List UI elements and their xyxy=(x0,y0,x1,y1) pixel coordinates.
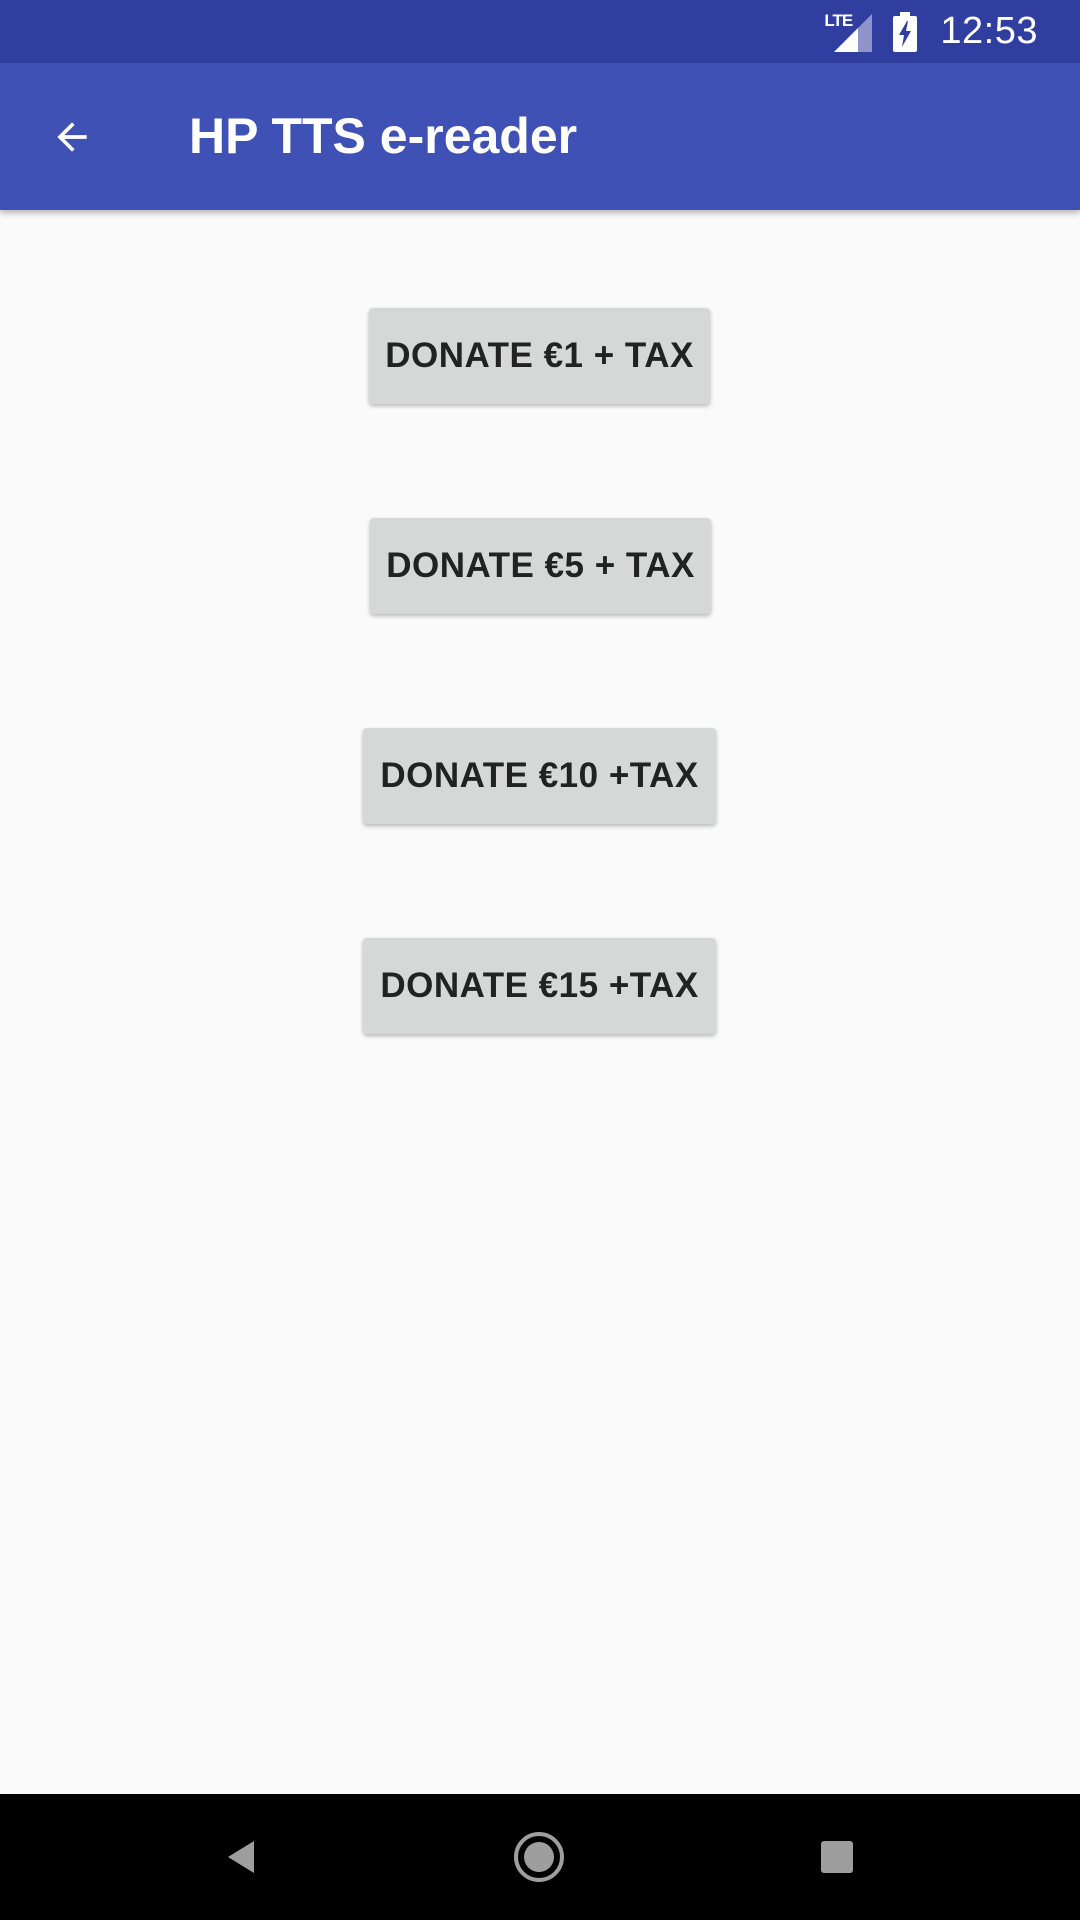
navigation-bar xyxy=(0,1794,1080,1920)
donate-10-button[interactable]: DONATE €10 +TAX xyxy=(363,728,716,824)
arrow-back-icon xyxy=(57,122,87,152)
donate-content: DONATE €1 + TAX DONATE €5 + TAX DONATE €… xyxy=(0,210,1080,1794)
home-circle-icon xyxy=(514,1832,564,1882)
nav-home-button[interactable] xyxy=(499,1817,579,1897)
status-icons: LTE 12:53 xyxy=(824,0,1038,63)
nav-recents-button[interactable] xyxy=(797,1817,877,1897)
lte-signal-icon: LTE xyxy=(824,11,873,52)
recents-square-icon xyxy=(821,1841,853,1873)
nav-back-button[interactable] xyxy=(202,1817,282,1897)
donate-15-button[interactable]: DONATE €15 +TAX xyxy=(363,938,716,1034)
clock: 12:53 xyxy=(940,10,1038,52)
status-bar: LTE 12:53 xyxy=(0,0,1080,63)
back-button[interactable] xyxy=(30,95,114,179)
battery-charging-icon xyxy=(892,11,918,52)
app-bar: HP TTS e-reader xyxy=(0,63,1080,210)
donate-5-button[interactable]: DONATE €5 + TAX xyxy=(370,518,711,614)
back-triangle-icon xyxy=(228,1841,254,1873)
page-title: HP TTS e-reader xyxy=(189,108,578,164)
donate-1-button[interactable]: DONATE €1 + TAX xyxy=(369,308,710,404)
